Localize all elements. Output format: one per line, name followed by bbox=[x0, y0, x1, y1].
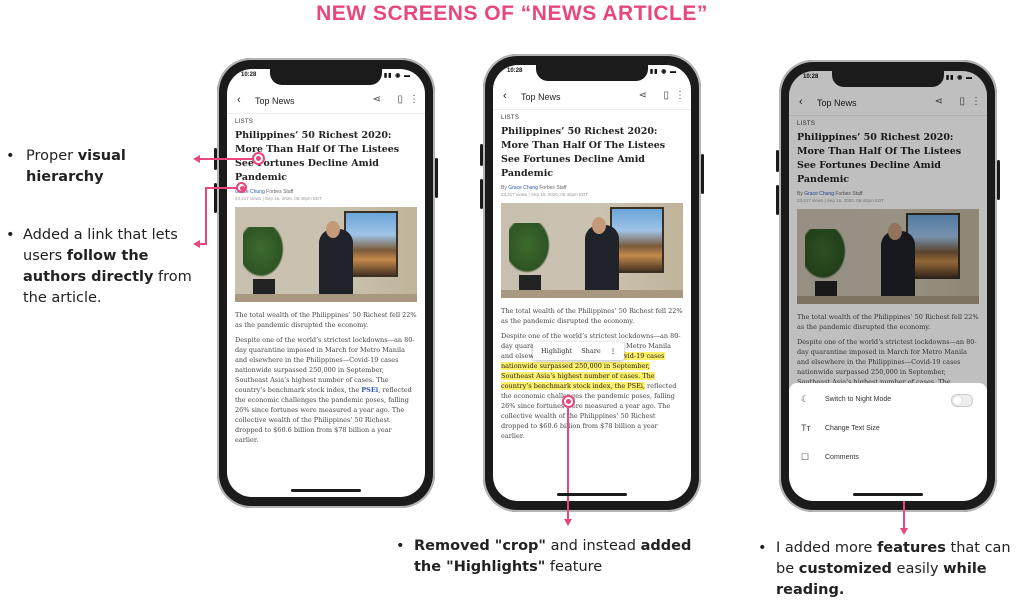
nav-title: Top News bbox=[521, 92, 561, 102]
phone-notch bbox=[536, 65, 648, 81]
bookmark-icon[interactable]: ▯ bbox=[663, 90, 669, 101]
note-text: Proper bbox=[26, 148, 78, 164]
signal-wifi-battery-icon: ▮▮ ◉ ▬ bbox=[383, 73, 411, 79]
phone-mockup-2: 10:28 ▮▮ ◉ ▬ ‹ Top News ⋖ ▯ ⋮ LISTS Phili… bbox=[480, 54, 704, 512]
paragraph: Despite one of the world’s strictest loc… bbox=[235, 335, 417, 445]
note-customize: • I added more features that can be cust… bbox=[758, 538, 1022, 601]
article-content: LISTS Philippines’ 50 Richest 2020: More… bbox=[235, 119, 417, 450]
bullet-icon: • bbox=[396, 538, 405, 554]
night-mode-label: Switch to Night Mode bbox=[825, 396, 892, 403]
arrow-left-icon bbox=[193, 240, 200, 248]
annotation-line bbox=[200, 243, 207, 245]
status-time: 10:28 bbox=[507, 68, 523, 74]
comments-label: Comments bbox=[825, 454, 859, 461]
note-bold: customized bbox=[798, 561, 892, 577]
section-label: LISTS bbox=[501, 115, 520, 121]
paragraph-text: reflected the economic challenges the pa… bbox=[501, 382, 677, 440]
back-arrow-icon[interactable]: ‹ bbox=[503, 90, 507, 102]
night-mode-row[interactable]: ☾ Switch to Night Mode bbox=[799, 393, 977, 411]
annotation-line bbox=[567, 408, 569, 520]
author-link[interactable]: Grace Chung bbox=[508, 185, 538, 191]
phone-mockup-1: 10:28 ▮▮ ◉ ▬ ‹ Top News ⋖ ▯ ⋮ LISTS Phili… bbox=[214, 58, 438, 508]
top-nav-bar: ‹ Top News ⋖ ▯ ⋮ bbox=[493, 87, 691, 110]
share-button[interactable]: Share bbox=[581, 347, 600, 355]
article-body: The total wealth of the Philippines’ 50 … bbox=[501, 306, 683, 441]
article-photo bbox=[235, 207, 417, 302]
back-arrow-icon[interactable]: ‹ bbox=[237, 94, 241, 106]
moon-icon: ☾ bbox=[801, 394, 810, 404]
bullet-icon: • bbox=[6, 148, 15, 164]
article-meta: 23,217 views | Sep 16, 2020, 05:40pm EDT bbox=[501, 192, 588, 197]
top-nav-bar: ‹ Top News ⋖ ▯ ⋮ bbox=[227, 91, 425, 114]
article-meta: 23,217 views | Sep 16, 2020, 05:40pm EDT bbox=[235, 196, 322, 201]
status-time: 10:28 bbox=[241, 72, 257, 78]
text-size-label: Change Text Size bbox=[825, 425, 880, 432]
bookmark-icon[interactable]: ▯ bbox=[397, 94, 403, 105]
annotation-dot bbox=[562, 395, 575, 408]
arrow-down-icon bbox=[564, 519, 572, 526]
note-bold: Removed "crop" bbox=[414, 538, 546, 554]
note-text: I added more bbox=[776, 540, 878, 556]
note-visual-hierarchy: • Proper visual hierarchy bbox=[6, 146, 196, 188]
highlight-popup: Highlight Share ⋮ bbox=[533, 342, 625, 360]
phone-screen: 10:28 ▮▮ ◉ ▬ ‹ Top News ⋖ ▯ ⋮ LISTS Phili… bbox=[227, 69, 425, 497]
psei-link[interactable]: PSEi bbox=[361, 386, 378, 394]
annotation-dot bbox=[236, 182, 247, 193]
annotation-line bbox=[205, 187, 207, 245]
note-text: and instead bbox=[545, 538, 641, 554]
note-follow-author: • Added a link that lets users follow th… bbox=[6, 225, 206, 309]
note-bold: features bbox=[877, 540, 946, 556]
annotation-dot bbox=[252, 152, 265, 165]
home-indicator bbox=[853, 493, 923, 496]
share-icon[interactable]: ⋖ bbox=[373, 94, 381, 105]
note-text: easily bbox=[891, 561, 944, 577]
more-vertical-icon[interactable]: ⋮ bbox=[610, 347, 617, 355]
author-role: Forbes Staff bbox=[266, 189, 294, 195]
bullet-icon: • bbox=[758, 540, 767, 556]
article-headline: Philippines’ 50 Richest 2020: More Than … bbox=[501, 126, 666, 179]
arrow-down-icon bbox=[900, 528, 908, 535]
phone-screen: 10:28 ▮▮ ◉ ▬ ‹ Top News ⋖ ▯ ⋮ LISTS Phili… bbox=[493, 65, 691, 501]
phone-mockup-3: 10:28 ▮▮ ◉ ▬ ‹ Top News ⋖ ▯ ⋮ LISTS Phili… bbox=[776, 60, 1000, 512]
byline: Grace Chung Forbes Staff bbox=[235, 189, 417, 195]
article-photo bbox=[501, 203, 683, 298]
arrow-left-icon bbox=[193, 155, 200, 163]
paragraph-text: , reflected the economic challenges the … bbox=[235, 386, 412, 444]
home-indicator bbox=[557, 493, 627, 496]
article-body: The total wealth of the Philippines’ 50 … bbox=[235, 310, 417, 445]
byline-prefix: By bbox=[501, 185, 507, 191]
home-indicator bbox=[291, 489, 361, 492]
night-mode-toggle[interactable] bbox=[951, 394, 973, 407]
phone-screen: 10:28 ▮▮ ◉ ▬ ‹ Top News ⋖ ▯ ⋮ LISTS Phili… bbox=[789, 71, 987, 501]
page-title: NEW SCREENS OF “NEWS ARTICLE” bbox=[316, 2, 708, 25]
annotation-line bbox=[200, 158, 258, 160]
author-role: Forbes Staff bbox=[539, 185, 567, 191]
more-vertical-icon[interactable]: ⋮ bbox=[675, 90, 685, 101]
paragraph: The total wealth of the Philippines’ 50 … bbox=[501, 307, 683, 325]
comments-row[interactable]: ☐ Comments bbox=[799, 451, 977, 469]
share-icon[interactable]: ⋖ bbox=[639, 90, 647, 101]
text-size-icon: Tт bbox=[801, 423, 811, 433]
paragraph: The total wealth of the Philippines’ 50 … bbox=[235, 311, 417, 329]
signal-wifi-battery-icon: ▮▮ ◉ ▬ bbox=[649, 69, 677, 75]
byline: By Grace Chung Forbes Staff bbox=[501, 185, 683, 191]
note-highlights: • Removed "crop" and instead added the "… bbox=[396, 536, 716, 578]
phone-notch bbox=[270, 69, 382, 85]
more-vertical-icon[interactable]: ⋮ bbox=[409, 94, 419, 105]
section-label: LISTS bbox=[235, 119, 254, 125]
highlight-button[interactable]: Highlight bbox=[541, 347, 572, 355]
nav-title: Top News bbox=[255, 96, 295, 106]
article-content: LISTS Philippines’ 50 Richest 2020: More… bbox=[501, 115, 683, 446]
note-text: feature bbox=[545, 559, 603, 575]
text-size-row[interactable]: Tт Change Text Size bbox=[799, 422, 977, 440]
comments-icon: ☐ bbox=[801, 452, 810, 462]
reading-options-sheet: ☾ Switch to Night Mode Tт Change Text Si… bbox=[789, 383, 987, 501]
bullet-icon: • bbox=[6, 227, 15, 243]
phone-notch bbox=[832, 71, 944, 87]
